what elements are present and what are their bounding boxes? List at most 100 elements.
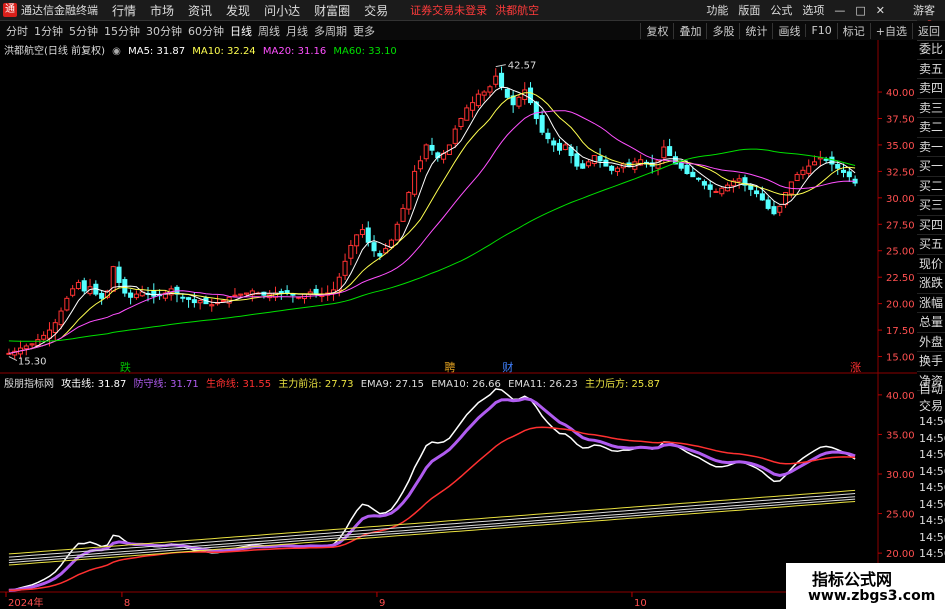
candle-body <box>690 171 696 178</box>
candle-body <box>487 86 493 93</box>
menu-wealth[interactable]: 财富圈 <box>314 2 350 19</box>
sidebar-item[interactable]: 卖三 <box>917 99 945 118</box>
y-tick-label: 22.50 <box>886 273 915 284</box>
menu-function[interactable]: 功能 <box>706 2 728 18</box>
candle-body <box>128 292 134 298</box>
period-tab[interactable]: 月线 <box>286 23 308 39</box>
sidebar-item[interactable]: 自动 <box>917 381 945 398</box>
tool-multi-button[interactable]: 多股 <box>706 22 739 39</box>
candle-body <box>777 205 783 213</box>
candle-body <box>232 294 238 297</box>
x-tick-label: 8 <box>124 598 130 609</box>
sidebar-item[interactable]: 买一 <box>917 157 945 177</box>
close-icon[interactable]: ✕ <box>876 4 885 17</box>
sidebar-item[interactable]: 买二 <box>917 177 945 196</box>
minimize-icon[interactable]: — <box>834 4 845 17</box>
y-tick-label: 30.00 <box>886 470 915 481</box>
y-tick-label: 25.00 <box>886 510 915 521</box>
period-tab[interactable]: 分时 <box>6 23 28 39</box>
candle-body <box>562 144 568 151</box>
tool-f10-button[interactable]: F10 <box>805 24 836 37</box>
period-tab[interactable]: 30分钟 <box>146 23 182 39</box>
event-marker: 财 <box>502 360 513 374</box>
tool-overlay-button[interactable]: 叠加 <box>673 22 706 39</box>
quote-sidebar: 委比 卖五 卖四 卖三 卖二 卖一 买一 买二 买三 买四 买五 现价 涨跌 涨… <box>917 40 945 391</box>
candle-body <box>197 299 203 304</box>
candle-body <box>417 160 423 170</box>
candle-body <box>116 266 122 283</box>
sidebar-item[interactable]: 涨幅 <box>917 294 945 313</box>
indicator-name: 殷朋指标网 <box>4 379 54 390</box>
tick-time: 14:56 <box>919 547 945 560</box>
indicator-legend: 殷朋指标网 攻击线: 31.87 防守线: 31.71 生命线: 31.55 主… <box>4 375 664 390</box>
sidebar-item[interactable]: 委比 <box>917 40 945 60</box>
candle-body <box>475 93 481 107</box>
sidebar-item[interactable]: 现价 <box>917 255 945 274</box>
sidebar-item[interactable]: 卖四 <box>917 79 945 99</box>
settings-icon[interactable]: ◉ <box>112 46 121 57</box>
period-tab-daily[interactable]: 日线 <box>230 23 252 39</box>
menu-layout[interactable]: 版面 <box>738 2 760 18</box>
menu-market[interactable]: 市场 <box>150 2 174 19</box>
tick-time: 14:56 <box>919 481 945 494</box>
tool-add-watch-button[interactable]: +自选 <box>869 22 912 39</box>
candle-body <box>684 164 690 174</box>
menu-news[interactable]: 资讯 <box>188 2 212 19</box>
period-tab[interactable]: 多周期 <box>314 23 347 39</box>
menu-formula[interactable]: 公式 <box>770 2 792 18</box>
period-tab[interactable]: 60分钟 <box>188 23 224 39</box>
menu-options[interactable]: 选项 <box>802 2 824 18</box>
tool-back-button[interactable]: 返回 <box>912 22 945 39</box>
candle-body <box>678 162 684 169</box>
sidebar-item[interactable]: 总量 <box>917 313 945 333</box>
menu-ask[interactable]: 问小达 <box>264 2 300 19</box>
period-tab[interactable]: 15分钟 <box>104 23 140 39</box>
y-tick-label: 32.50 <box>886 167 915 178</box>
sidebar-item[interactable]: 卖五 <box>917 60 945 79</box>
menu-trade[interactable]: 交易 <box>364 2 388 19</box>
indicator-value: 生命线: 31.55 <box>205 379 272 390</box>
low-label: 15.30 <box>18 357 47 368</box>
candle-body <box>701 181 707 186</box>
tick-time: 14:56 <box>919 514 945 527</box>
candle-body <box>313 288 319 295</box>
sidebar-item[interactable]: 卖二 <box>917 118 945 138</box>
period-tab[interactable]: 5分钟 <box>69 23 98 39</box>
candle-body <box>75 281 81 290</box>
login-warning[interactable]: 证券交易未登录 <box>410 2 487 18</box>
candle-body <box>406 192 412 210</box>
tick-time: 14:56 <box>919 431 945 445</box>
candle-body <box>528 87 534 104</box>
sidebar-item[interactable]: 换手 <box>917 352 945 372</box>
guest-label[interactable]: 游客 <box>913 2 935 18</box>
sidebar-item[interactable]: 买五 <box>917 235 945 255</box>
period-tab[interactable]: 周线 <box>258 23 280 39</box>
candle-body <box>186 297 192 300</box>
candle-body <box>661 146 667 159</box>
sidebar-item[interactable]: 涨跌 <box>917 274 945 294</box>
candle-body <box>470 102 476 111</box>
sidebar-item[interactable]: 买四 <box>917 216 945 235</box>
indicator-value: 防守线: 31.71 <box>133 379 199 390</box>
kline-chart[interactable]: 15.00 17.50 20.00 22.50 25.00 27.50 30.00 32.50… <box>0 40 917 609</box>
menu-discover[interactable]: 发现 <box>226 2 250 19</box>
period-tab-more[interactable]: 更多 <box>353 23 375 39</box>
tool-adjust-button[interactable]: 复权 <box>640 22 673 39</box>
menu-quotes[interactable]: 行情 <box>112 2 136 19</box>
tool-stats-button[interactable]: 统计 <box>739 22 772 39</box>
tool-draw-button[interactable]: 画线 <box>772 22 805 39</box>
candle-body <box>244 292 250 295</box>
y-tick-label: 17.50 <box>886 326 915 337</box>
candle-body <box>394 223 400 241</box>
period-tab[interactable]: 1分钟 <box>34 23 63 39</box>
candle-body <box>707 184 713 190</box>
sidebar-item[interactable]: 交易 <box>917 398 945 415</box>
sidebar-item[interactable]: 卖一 <box>917 138 945 157</box>
sidebar-item[interactable]: 买三 <box>917 196 945 216</box>
candle-body <box>504 88 510 98</box>
candle-body <box>365 227 371 243</box>
tool-mark-button[interactable]: 标记 <box>836 22 870 39</box>
candle-body <box>452 128 458 144</box>
sidebar-item[interactable]: 外盘 <box>917 333 945 352</box>
maximize-icon[interactable]: □ <box>855 4 865 17</box>
